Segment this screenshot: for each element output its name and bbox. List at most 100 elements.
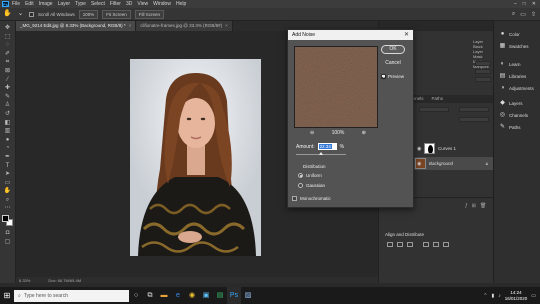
side-item-color[interactable]: ● Color [499, 31, 520, 38]
menu-help[interactable]: Help [176, 1, 186, 7]
eye-icon[interactable]: ◉ [417, 161, 421, 167]
search-icon[interactable]: ⌕ [512, 11, 515, 18]
hand-tool-icon[interactable]: ✋ [3, 10, 12, 18]
cortana-icon[interactable]: ○ [129, 287, 143, 304]
pen-tool-icon[interactable]: ✒ [2, 153, 13, 162]
fit-screen-button[interactable]: Fit Screen [102, 9, 131, 19]
eye-icon[interactable]: ◉ [417, 146, 421, 152]
eyedropper-tool-icon[interactable]: ⁄ [2, 76, 13, 85]
move-tool-icon[interactable]: ✥ [2, 24, 13, 33]
scroll-all-windows-checkbox[interactable] [29, 11, 34, 17]
path-selection-tool-icon[interactable]: ➤ [2, 170, 13, 179]
amount-input[interactable]: 22.34 [317, 143, 337, 150]
menu-view[interactable]: View [137, 1, 148, 7]
menu-image[interactable]: Image [39, 1, 53, 7]
zoom-tool-icon[interactable]: ⌕ [2, 196, 13, 205]
zoom-level-readout[interactable]: 8.33% [19, 278, 30, 283]
property-item[interactable]: Layer Black [473, 39, 493, 49]
more-tools-icon[interactable]: ⋯ [2, 204, 13, 213]
uniform-radio[interactable] [298, 173, 303, 178]
zoom-100-button[interactable]: 100% [78, 9, 99, 19]
layer-name[interactable]: Curves 1 [438, 146, 456, 151]
monochromatic-checkbox[interactable] [292, 196, 297, 201]
notifications-icon[interactable]: ▭ [531, 293, 536, 299]
chevron-down-icon[interactable]: ⌄ [16, 10, 25, 18]
minimize-icon[interactable]: – [514, 1, 517, 7]
lock-icon[interactable]: 🔒︎ [486, 161, 488, 166]
new-layer-icon[interactable]: ⊞ [472, 203, 476, 209]
eraser-tool-icon[interactable]: ◧ [2, 119, 13, 128]
quick-mask-icon[interactable]: ◘ [2, 229, 13, 238]
layer-mask-thumbnail[interactable] [424, 143, 435, 154]
clock[interactable]: 14:24 16/01/2020 [505, 290, 528, 302]
amount-slider-thumb[interactable] [319, 152, 323, 155]
blur-tool-icon[interactable]: ● [2, 136, 13, 145]
amount-slider[interactable] [296, 152, 346, 155]
screen-mode-icon[interactable]: ▢ [2, 238, 13, 247]
monochromatic-option[interactable]: Monochromatic [292, 196, 331, 201]
menu-layer[interactable]: Layer [58, 1, 71, 7]
side-item-libraries[interactable]: ▤ Libraries [499, 73, 527, 80]
file-explorer-icon[interactable]: ▬ [157, 287, 171, 304]
property-field[interactable] [475, 61, 491, 66]
preview-checkbox[interactable] [381, 74, 386, 79]
network-icon[interactable]: ▮ [491, 293, 494, 299]
dodge-tool-icon[interactable]: ◔ [2, 144, 13, 153]
zoom-in-icon[interactable]: ⊕ [362, 130, 366, 136]
property-field[interactable] [475, 77, 491, 82]
gaussian-radio[interactable] [298, 183, 303, 188]
history-brush-tool-icon[interactable]: ↺ [2, 110, 13, 119]
close-icon[interactable]: × [225, 21, 228, 31]
type-tool-icon[interactable]: T [2, 162, 13, 171]
clone-stamp-tool-icon[interactable]: ♙ [2, 101, 13, 110]
foreground-color-swatch[interactable] [1, 215, 9, 223]
maximize-icon[interactable]: □ [523, 1, 526, 7]
fx-icon[interactable]: ƒ [465, 203, 468, 209]
align-top-icon[interactable] [423, 242, 429, 247]
dialog-titlebar[interactable]: Add Noise ✕ [288, 30, 413, 40]
side-item-channels[interactable]: ◎ Channels [499, 112, 528, 119]
tab-paths[interactable]: Paths [428, 95, 448, 103]
layer-name[interactable]: Background [429, 161, 453, 166]
opacity-field[interactable] [459, 107, 489, 112]
volume-icon[interactable]: ♪ [498, 293, 501, 299]
align-bottom-icon[interactable] [443, 242, 449, 247]
property-field[interactable] [475, 69, 491, 74]
side-item-learn[interactable]: ◐ Learn [499, 61, 521, 68]
lasso-tool-icon[interactable]: ◌ [2, 41, 13, 50]
property-item[interactable]: Layer Mask [473, 49, 493, 59]
document-tab-active[interactable]: _MG_9214 Edit.jpg @ 8.33% (Background, R… [16, 21, 137, 31]
marquee-tool-icon[interactable]: ⬚ [2, 33, 13, 42]
quick-select-tool-icon[interactable]: ✐ [2, 50, 13, 59]
align-left-icon[interactable] [387, 242, 393, 247]
ok-button[interactable]: OK [381, 45, 405, 54]
preview-toggle[interactable]: Preview [381, 74, 404, 79]
close-icon[interactable]: ✕ [532, 1, 536, 7]
spreadsheet-icon[interactable]: ▤ [213, 287, 227, 304]
windows-start-icon[interactable]: ⊞ [0, 287, 14, 304]
fill-screen-button[interactable]: Fill Screen [134, 9, 165, 19]
portrait-photo[interactable] [130, 59, 261, 256]
task-view-icon[interactable]: ⧉ [143, 287, 157, 304]
healing-brush-tool-icon[interactable]: ✚ [2, 84, 13, 93]
side-item-adjustments[interactable]: ◑ Adjustments [499, 85, 534, 92]
menu-filter[interactable]: Filter [110, 1, 121, 7]
menu-edit[interactable]: Edit [25, 1, 34, 7]
chevron-up-icon[interactable]: ⌃ [483, 293, 487, 299]
rectangle-tool-icon[interactable]: ▭ [2, 179, 13, 188]
side-item-swatches[interactable]: ▦ Swatches [499, 43, 529, 50]
side-item-paths[interactable]: ✎ Paths [499, 124, 521, 131]
store-icon[interactable]: ▣ [199, 287, 213, 304]
side-item-layers[interactable]: ◆ Layers [499, 100, 522, 107]
crop-tool-icon[interactable]: ⌗ [2, 58, 13, 67]
uniform-option[interactable]: Uniform [298, 173, 322, 178]
hand-tool-icon[interactable]: ✋ [2, 187, 13, 196]
trash-icon[interactable]: 🗑︎ [480, 203, 486, 209]
frame-tool-icon[interactable]: ⊠ [2, 67, 13, 76]
document-tab[interactable]: clifionatre-frames.jpg @ 33.3% (RGB/8#) … [136, 21, 233, 31]
blend-mode-select[interactable] [419, 107, 449, 112]
noise-preview[interactable] [294, 46, 378, 128]
gradient-tool-icon[interactable]: ▥ [2, 127, 13, 136]
edge-icon[interactable]: e [171, 287, 185, 304]
photoshop-taskbar-icon[interactable]: Ps [227, 287, 241, 304]
